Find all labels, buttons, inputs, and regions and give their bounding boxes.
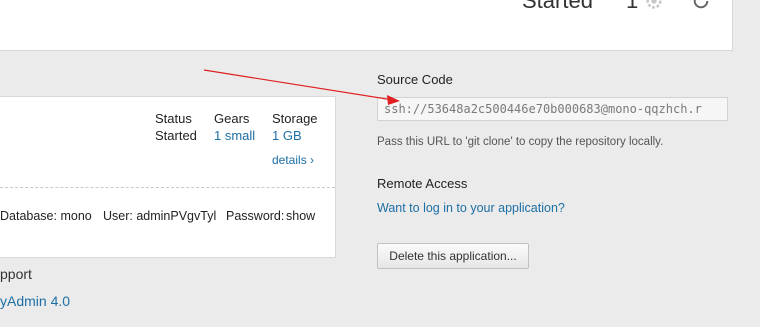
delete-application-button[interactable]: Delete this application... (377, 243, 529, 269)
support-link[interactable]: yAdmin 4.0 (0, 293, 70, 309)
remote-access-heading: Remote Access (377, 176, 468, 191)
restart-icon[interactable] (692, 0, 710, 10)
git-url-field[interactable]: ssh://53648a2c500446e70b000683@mono-qqzh… (377, 97, 728, 121)
source-code-heading: Source Code (377, 72, 453, 87)
database-text: Database: mono (0, 209, 92, 223)
app-state-text: Started (522, 0, 593, 13)
status-label: Status (155, 111, 192, 126)
gears-link[interactable]: 1 small (214, 128, 255, 143)
support-heading: pport (0, 266, 32, 282)
gear-count: 1 (626, 0, 639, 13)
remote-login-link[interactable]: Want to log in to your application? (377, 201, 565, 215)
gears-label: Gears (214, 111, 250, 126)
card-divider (0, 187, 335, 188)
app-overview-card: Status Started Gears 1 small Storage 1 G… (0, 96, 336, 258)
git-url-help: Pass this URL to 'git clone' to copy the… (377, 136, 664, 148)
password-label: Password: (226, 209, 285, 223)
show-password-link[interactable]: show (286, 209, 315, 223)
details-link[interactable]: details › (272, 153, 314, 167)
user-text: User: adminPVgvTyl (103, 209, 217, 223)
app-header-panel: Started 1 (0, 0, 733, 51)
storage-link[interactable]: 1 GB (272, 128, 302, 143)
gear-icon[interactable] (645, 0, 663, 10)
status-value: Started (155, 128, 197, 143)
storage-label: Storage (272, 111, 318, 126)
